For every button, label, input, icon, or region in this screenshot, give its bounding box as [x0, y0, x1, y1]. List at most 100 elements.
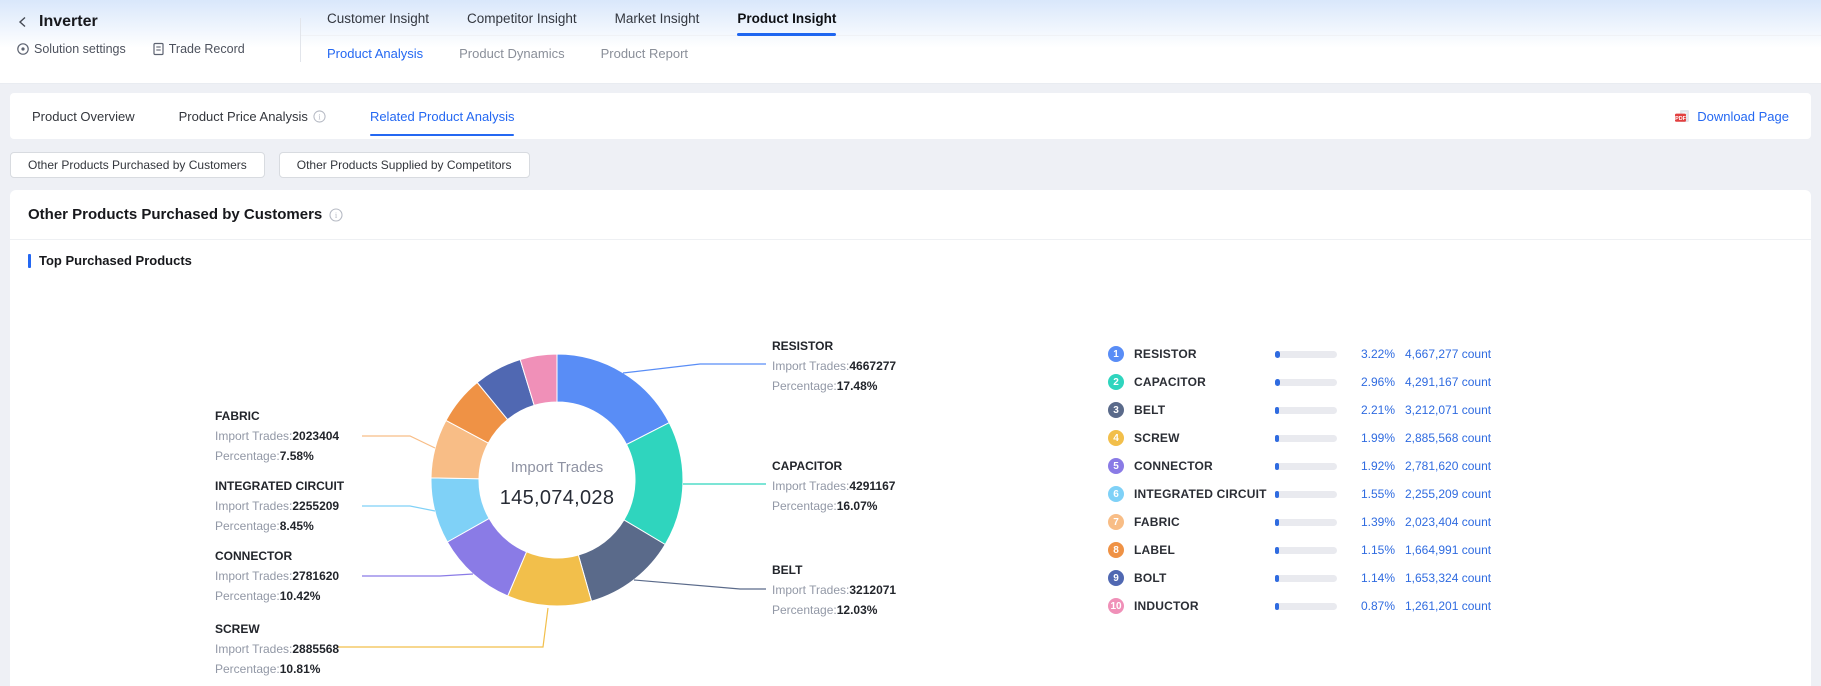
rank-count: 4,667,277 count [1405, 347, 1491, 361]
leader-line-screw [338, 608, 548, 647]
rank-product-name: RESISTOR [1134, 347, 1265, 361]
rank-row-fabric[interactable]: 7FABRIC1.39%2,023,404 count [1108, 508, 1491, 536]
header-left: Inverter Solution settings Trade Record [0, 0, 300, 83]
related-products-card: Other Products Purchased by Customers i … [10, 190, 1811, 686]
rank-row-integrated-circuit[interactable]: 6INTEGRATED CIRCUIT1.55%2,255,209 count [1108, 480, 1491, 508]
rank-progress-fill [1275, 435, 1279, 442]
callout-import-trades: Import Trades:4291167 [772, 476, 895, 496]
callout-belt: BELTImport Trades:3212071Percentage:12.0… [772, 560, 896, 620]
solution-settings-link[interactable]: Solution settings [16, 42, 126, 56]
callout-import-trades: Import Trades:2885568 [215, 639, 339, 659]
rank-progress-bar [1275, 491, 1337, 498]
callout-screw: SCREWImport Trades:2885568Percentage:10.… [215, 619, 339, 679]
callout-fabric: FABRICImport Trades:2023404Percentage:7.… [215, 406, 339, 466]
callout-percentage: Percentage:17.48% [772, 376, 896, 396]
callout-percentage: Percentage:10.42% [215, 586, 339, 606]
toolbar-tabs: Product Overview Product Price Analysisi R… [32, 93, 558, 139]
tab-customer-insight[interactable]: Customer Insight [327, 11, 429, 26]
rank-share-percent: 0.87% [1347, 599, 1395, 613]
rank-row-inductor[interactable]: 10INDUCTOR0.87%1,261,201 count [1108, 592, 1491, 620]
toolbar-tab-related-product-analysis[interactable]: Related Product Analysis [370, 93, 515, 139]
rank-product-name: CONNECTOR [1134, 459, 1265, 473]
rank-product-name: BOLT [1134, 571, 1265, 585]
solution-settings-label: Solution settings [34, 42, 126, 56]
rank-progress-bar [1275, 519, 1337, 526]
header-tabs: Customer Insight Competitor Insight Market… [301, 0, 1821, 83]
leader-line-integrated-circuit [362, 506, 435, 511]
rank-count: 2,023,404 count [1405, 515, 1491, 529]
tab-market-insight[interactable]: Market Insight [615, 11, 700, 26]
rank-row-label[interactable]: 8 LABEL 1.15% 1,664,991 count [1108, 536, 1491, 564]
toolbar-tab-label: Product Price Analysis [179, 109, 308, 124]
rank-product-name: CAPACITOR [1134, 375, 1265, 389]
rank-badge: 6 [1108, 486, 1124, 502]
callout-import-trades: Import Trades:2255209 [215, 496, 344, 516]
rank-product-name: LABEL [1134, 543, 1265, 557]
rank-row-belt[interactable]: 3BELT2.21%3,212,071 count [1108, 396, 1491, 424]
target-icon [16, 42, 30, 56]
callout-title: CAPACITOR [772, 456, 895, 476]
rank-badge: 8 [1108, 542, 1124, 558]
filter-other-products-supplied-by-competitors[interactable]: Other Products Supplied by Competitors [279, 152, 530, 178]
trade-record-label: Trade Record [169, 42, 245, 56]
toolbar-tab-product-overview[interactable]: Product Overview [32, 93, 135, 139]
callout-percentage: Percentage:16.07% [772, 496, 895, 516]
download-page-link[interactable]: PDF Download Page [1674, 109, 1789, 124]
callout-percentage: Percentage:12.03% [772, 600, 896, 620]
rank-row-screw[interactable]: 4SCREW1.99%2,885,568 count [1108, 424, 1491, 452]
callout-percentage: Percentage:7.58% [215, 446, 339, 466]
rank-progress-fill [1275, 519, 1279, 526]
document-icon [152, 42, 165, 56]
rank-row-resistor[interactable]: 1RESISTOR3.22%4,667,277 count [1108, 340, 1491, 368]
callout-connector: CONNECTORImport Trades:2781620Percentage… [215, 546, 339, 606]
callout-title: BELT [772, 560, 896, 580]
rank-product-name: SCREW [1134, 431, 1265, 445]
rank-row-bolt[interactable]: 9BOLT1.14%1,653,324 count [1108, 564, 1491, 592]
back-chevron-icon[interactable] [16, 15, 30, 29]
analysis-toolbar: Product Overview Product Price Analysisi R… [10, 93, 1811, 139]
rank-badge: 10 [1108, 598, 1124, 614]
rank-progress-fill [1275, 575, 1279, 582]
download-page-label: Download Page [1697, 109, 1789, 124]
trade-record-link[interactable]: Trade Record [152, 42, 245, 56]
app-header: Inverter Solution settings Trade Record … [0, 0, 1821, 84]
rank-progress-fill [1275, 491, 1279, 498]
subtab-product-dynamics[interactable]: Product Dynamics [459, 46, 564, 61]
rank-badge: 3 [1108, 402, 1124, 418]
rank-product-name: INDUCTOR [1134, 599, 1265, 613]
rank-share-percent: 1.92% [1347, 459, 1395, 473]
rank-share-percent: 2.21% [1347, 403, 1395, 417]
callout-resistor: RESISTORImport Trades:4667277Percentage:… [772, 336, 896, 396]
subtab-product-report[interactable]: Product Report [601, 46, 688, 61]
filter-other-products-purchased-by-customers[interactable]: Other Products Purchased by Customers [10, 152, 265, 178]
rank-share-percent: 1.15% [1347, 543, 1395, 557]
rank-count: 2,255,209 count [1405, 487, 1491, 501]
page-title: Inverter [39, 13, 98, 31]
rank-progress-fill [1275, 379, 1280, 386]
toolbar-tab-label: Product Overview [32, 109, 135, 124]
rank-badge: 2 [1108, 374, 1124, 390]
subtab-product-analysis[interactable]: Product Analysis [327, 46, 423, 61]
filter-button-group: Other Products Purchased by Customers Oth… [10, 152, 530, 178]
callout-capacitor: CAPACITORImport Trades:4291167Percentage… [772, 456, 895, 516]
rank-progress-fill [1275, 351, 1280, 358]
rank-badge: 9 [1108, 570, 1124, 586]
rank-count: 4,291,167 count [1405, 375, 1491, 389]
callout-title: INTEGRATED CIRCUIT [215, 476, 344, 496]
rank-row-connector[interactable]: 5CONNECTOR1.92%2,781,620 count [1108, 452, 1491, 480]
rank-share-percent: 2.96% [1347, 375, 1395, 389]
rank-share-percent: 3.22% [1347, 347, 1395, 361]
tab-competitor-insight[interactable]: Competitor Insight [467, 11, 577, 26]
main-tab-bar: Customer Insight Competitor Insight Market… [301, 11, 1821, 36]
rank-share-percent: 1.55% [1347, 487, 1395, 501]
toolbar-tab-product-price-analysis[interactable]: Product Price Analysisi [179, 93, 326, 139]
leader-line-belt [634, 580, 766, 589]
svg-text:PDF: PDF [1675, 115, 1686, 121]
rank-row-capacitor[interactable]: 2 CAPACITOR 2.96% 4,291,167 count [1108, 368, 1491, 396]
callout-title: CONNECTOR [215, 546, 339, 566]
tab-product-insight[interactable]: Product Insight [737, 11, 836, 26]
donut-center-label: Import Trades [457, 459, 657, 476]
rank-count: 1,664,991 count [1405, 543, 1491, 557]
rank-count: 2,885,568 count [1405, 431, 1491, 445]
rank-progress-bar [1275, 575, 1337, 582]
